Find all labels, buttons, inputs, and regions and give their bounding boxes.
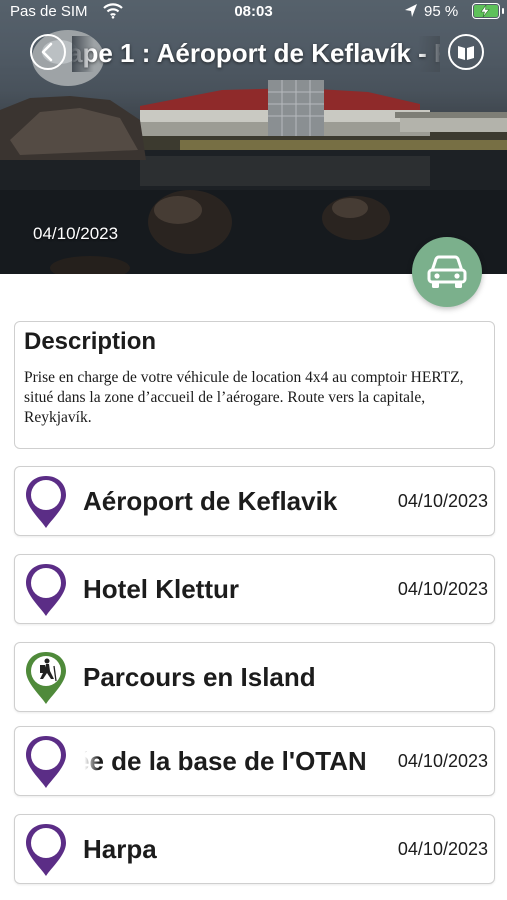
step-name: Musée de la base de l'OTAN [81, 746, 367, 776]
step-row-keflavik-airport[interactable]: Aéroport de Keflavik 04/10/2023 [14, 466, 495, 536]
map-pin-icon [26, 736, 66, 788]
page-title: Étape 1 : Aéroport de Keflavík - Reykjav… [72, 38, 440, 68]
page-title-container: Étape 1 : Aéroport de Keflavík - Reykjav… [72, 36, 440, 72]
hero-date: 04/10/2023 [33, 224, 119, 243]
chevron-left-icon [41, 42, 53, 62]
step-row-parcours[interactable]: Parcours en Island [14, 642, 495, 712]
book-map-icon [458, 46, 474, 60]
step-row-hotel-klettur[interactable]: Hotel Klettur 04/10/2023 [14, 554, 495, 624]
map-pin-icon [26, 824, 66, 876]
step-row-harpa[interactable]: Harpa 04/10/2023 [14, 814, 495, 884]
location-arrow-icon [404, 3, 418, 23]
step-date: 04/10/2023 [397, 751, 488, 771]
step-name: Aéroport de Keflavik [83, 486, 338, 516]
map-pin-icon [26, 564, 66, 616]
step-row-otan-museum[interactable]: Musée de la base de l'OTAN 04/10/2023 [14, 726, 495, 796]
car-icon [427, 255, 467, 288]
step-date: 04/10/2023 [397, 839, 488, 859]
step-name: Hotel Klettur [83, 574, 239, 604]
back-button[interactable] [30, 34, 66, 70]
description-text: Prise en charge de votre véhicule de loc… [24, 369, 464, 426]
car-fab-button[interactable] [412, 237, 482, 307]
step-date: 04/10/2023 [397, 579, 488, 599]
hiking-pin-icon [26, 652, 66, 704]
map-book-button[interactable] [448, 34, 484, 70]
status-bar: Pas de SIM 08:03 95 % [0, 0, 507, 24]
step-name: Harpa [83, 834, 157, 864]
map-pin-icon [26, 476, 66, 528]
battery-percent: 95 % [424, 3, 459, 20]
description-card: Description Prise en charge de votre véh… [14, 321, 495, 449]
battery-charging-icon [472, 3, 504, 19]
step-name: Parcours en Island [83, 662, 316, 692]
step-date: 04/10/2023 [397, 491, 488, 511]
description-heading: Description [24, 328, 157, 355]
